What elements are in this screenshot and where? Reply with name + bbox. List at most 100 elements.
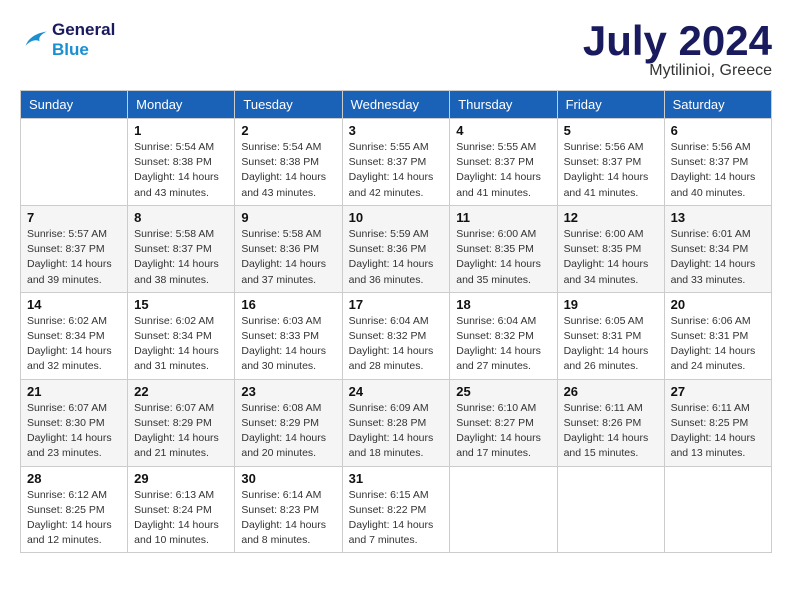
page-header: General Blue July 2024 Mytilinioi, Greec… — [20, 20, 772, 80]
calendar-cell — [557, 466, 664, 553]
day-info: Sunrise: 5:54 AMSunset: 8:38 PMDaylight:… — [241, 140, 335, 201]
calendar-body: 1 Sunrise: 5:54 AMSunset: 8:38 PMDaylight… — [21, 119, 772, 553]
day-info: Sunrise: 5:55 AMSunset: 8:37 PMDaylight:… — [349, 140, 444, 201]
day-info: Sunrise: 6:09 AMSunset: 8:28 PMDaylight:… — [349, 401, 444, 462]
calendar-cell: 22 Sunrise: 6:07 AMSunset: 8:29 PMDayligh… — [128, 379, 235, 466]
calendar-cell: 15 Sunrise: 6:02 AMSunset: 8:34 PMDayligh… — [128, 292, 235, 379]
calendar-week-2: 7 Sunrise: 5:57 AMSunset: 8:37 PMDaylight… — [21, 205, 772, 292]
calendar-cell: 8Sunrise: 5:58 AMSunset: 8:37 PMDaylight… — [128, 205, 235, 292]
calendar-cell: 28 Sunrise: 6:12 AMSunset: 8:25 PMDayligh… — [21, 466, 128, 553]
day-info: Sunrise: 6:15 AMSunset: 8:22 PMDaylight:… — [349, 488, 444, 549]
day-info: Sunrise: 5:59 AMSunset: 8:36 PMDaylight:… — [349, 227, 444, 288]
day-number: 10 — [349, 210, 444, 225]
day-info: Sunrise: 5:56 AMSunset: 8:37 PMDaylight:… — [564, 140, 658, 201]
calendar-cell: 6 Sunrise: 5:56 AMSunset: 8:37 PMDaylight… — [664, 119, 771, 206]
calendar-cell: 2 Sunrise: 5:54 AMSunset: 8:38 PMDaylight… — [235, 119, 342, 206]
day-number: 30 — [241, 471, 335, 486]
calendar-header-saturday: Saturday — [664, 91, 771, 119]
day-info: Sunrise: 5:57 AMSunset: 8:37 PMDaylight:… — [27, 227, 121, 288]
day-info: Sunrise: 6:05 AMSunset: 8:31 PMDaylight:… — [564, 314, 658, 375]
day-number: 9 — [241, 210, 335, 225]
day-info: Sunrise: 6:03 AMSunset: 8:33 PMDaylight:… — [241, 314, 335, 375]
day-info: Sunrise: 5:54 AMSunset: 8:38 PMDaylight:… — [134, 140, 228, 201]
calendar-cell: 10 Sunrise: 5:59 AMSunset: 8:36 PMDayligh… — [342, 205, 450, 292]
logo-text: General Blue — [52, 20, 115, 60]
day-info: Sunrise: 6:04 AMSunset: 8:32 PMDaylight:… — [456, 314, 550, 375]
day-number: 6 — [671, 123, 765, 138]
calendar-header-sunday: Sunday — [21, 91, 128, 119]
calendar-cell — [450, 466, 557, 553]
day-number: 12 — [564, 210, 658, 225]
day-info: Sunrise: 5:56 AMSunset: 8:37 PMDaylight:… — [671, 140, 765, 201]
day-info: Sunrise: 5:55 AMSunset: 8:37 PMDaylight:… — [456, 140, 550, 201]
day-number: 24 — [349, 384, 444, 399]
day-number: 18 — [456, 297, 550, 312]
location-title: Mytilinioi, Greece — [583, 62, 772, 80]
day-number: 2 — [241, 123, 335, 138]
day-info: Sunrise: 6:10 AMSunset: 8:27 PMDaylight:… — [456, 401, 550, 462]
day-info: Sunrise: 6:02 AMSunset: 8:34 PMDaylight:… — [134, 314, 228, 375]
calendar-cell: 29Sunrise: 6:13 AMSunset: 8:24 PMDayligh… — [128, 466, 235, 553]
day-info: Sunrise: 6:07 AMSunset: 8:29 PMDaylight:… — [134, 401, 228, 462]
day-number: 20 — [671, 297, 765, 312]
day-number: 11 — [456, 210, 550, 225]
calendar-cell: 3 Sunrise: 5:55 AMSunset: 8:37 PMDaylight… — [342, 119, 450, 206]
calendar-header-monday: Monday — [128, 91, 235, 119]
calendar-cell: 12 Sunrise: 6:00 AMSunset: 8:35 PMDayligh… — [557, 205, 664, 292]
day-number: 3 — [349, 123, 444, 138]
day-number: 22 — [134, 384, 228, 399]
calendar-cell: 23Sunrise: 6:08 AMSunset: 8:29 PMDayligh… — [235, 379, 342, 466]
calendar-cell: 4 Sunrise: 5:55 AMSunset: 8:37 PMDaylight… — [450, 119, 557, 206]
day-number: 5 — [564, 123, 658, 138]
day-info: Sunrise: 5:58 AMSunset: 8:36 PMDaylight:… — [241, 227, 335, 288]
day-number: 28 — [27, 471, 121, 486]
day-number: 14 — [27, 297, 121, 312]
day-number: 21 — [27, 384, 121, 399]
title-area: July 2024 Mytilinioi, Greece — [583, 20, 772, 80]
day-info: Sunrise: 6:14 AMSunset: 8:23 PMDaylight:… — [241, 488, 335, 549]
day-number: 17 — [349, 297, 444, 312]
day-info: Sunrise: 6:12 AMSunset: 8:25 PMDaylight:… — [27, 488, 121, 549]
day-number: 15 — [134, 297, 228, 312]
day-number: 31 — [349, 471, 444, 486]
calendar-cell — [664, 466, 771, 553]
day-info: Sunrise: 6:01 AMSunset: 8:34 PMDaylight:… — [671, 227, 765, 288]
day-number: 26 — [564, 384, 658, 399]
month-title: July 2024 — [583, 20, 772, 62]
calendar-cell: 21Sunrise: 6:07 AMSunset: 8:30 PMDayligh… — [21, 379, 128, 466]
calendar-cell: 20 Sunrise: 6:06 AMSunset: 8:31 PMDayligh… — [664, 292, 771, 379]
calendar-cell: 9 Sunrise: 5:58 AMSunset: 8:36 PMDaylight… — [235, 205, 342, 292]
day-number: 27 — [671, 384, 765, 399]
calendar-header-thursday: Thursday — [450, 91, 557, 119]
day-number: 1 — [134, 123, 228, 138]
calendar-cell: 13 Sunrise: 6:01 AMSunset: 8:34 PMDayligh… — [664, 205, 771, 292]
day-number: 19 — [564, 297, 658, 312]
day-info: Sunrise: 6:00 AMSunset: 8:35 PMDaylight:… — [456, 227, 550, 288]
calendar-cell: 19 Sunrise: 6:05 AMSunset: 8:31 PMDayligh… — [557, 292, 664, 379]
day-info: Sunrise: 6:00 AMSunset: 8:35 PMDaylight:… — [564, 227, 658, 288]
calendar-cell: 7 Sunrise: 5:57 AMSunset: 8:37 PMDaylight… — [21, 205, 128, 292]
calendar-header-wednesday: Wednesday — [342, 91, 450, 119]
calendar-cell: 16Sunrise: 6:03 AMSunset: 8:33 PMDayligh… — [235, 292, 342, 379]
day-number: 13 — [671, 210, 765, 225]
day-number: 4 — [456, 123, 550, 138]
day-number: 7 — [27, 210, 121, 225]
calendar-week-4: 21Sunrise: 6:07 AMSunset: 8:30 PMDayligh… — [21, 379, 772, 466]
day-info: Sunrise: 6:06 AMSunset: 8:31 PMDaylight:… — [671, 314, 765, 375]
calendar-week-5: 28 Sunrise: 6:12 AMSunset: 8:25 PMDayligh… — [21, 466, 772, 553]
calendar-cell — [21, 119, 128, 206]
day-info: Sunrise: 6:04 AMSunset: 8:32 PMDaylight:… — [349, 314, 444, 375]
calendar-header-row: SundayMondayTuesdayWednesdayThursdayFrid… — [21, 91, 772, 119]
calendar-cell: 17 Sunrise: 6:04 AMSunset: 8:32 PMDayligh… — [342, 292, 450, 379]
day-info: Sunrise: 5:58 AMSunset: 8:37 PMDaylight:… — [134, 227, 228, 288]
day-info: Sunrise: 6:11 AMSunset: 8:25 PMDaylight:… — [671, 401, 765, 462]
calendar-cell: 24 Sunrise: 6:09 AMSunset: 8:28 PMDayligh… — [342, 379, 450, 466]
calendar-cell: 25Sunrise: 6:10 AMSunset: 8:27 PMDayligh… — [450, 379, 557, 466]
day-info: Sunrise: 6:13 AMSunset: 8:24 PMDaylight:… — [134, 488, 228, 549]
calendar-cell: 26 Sunrise: 6:11 AMSunset: 8:26 PMDayligh… — [557, 379, 664, 466]
logo: General Blue — [20, 20, 115, 60]
logo-icon — [20, 26, 48, 54]
calendar-header-friday: Friday — [557, 91, 664, 119]
calendar-cell: 5 Sunrise: 5:56 AMSunset: 8:37 PMDaylight… — [557, 119, 664, 206]
day-info: Sunrise: 6:11 AMSunset: 8:26 PMDaylight:… — [564, 401, 658, 462]
